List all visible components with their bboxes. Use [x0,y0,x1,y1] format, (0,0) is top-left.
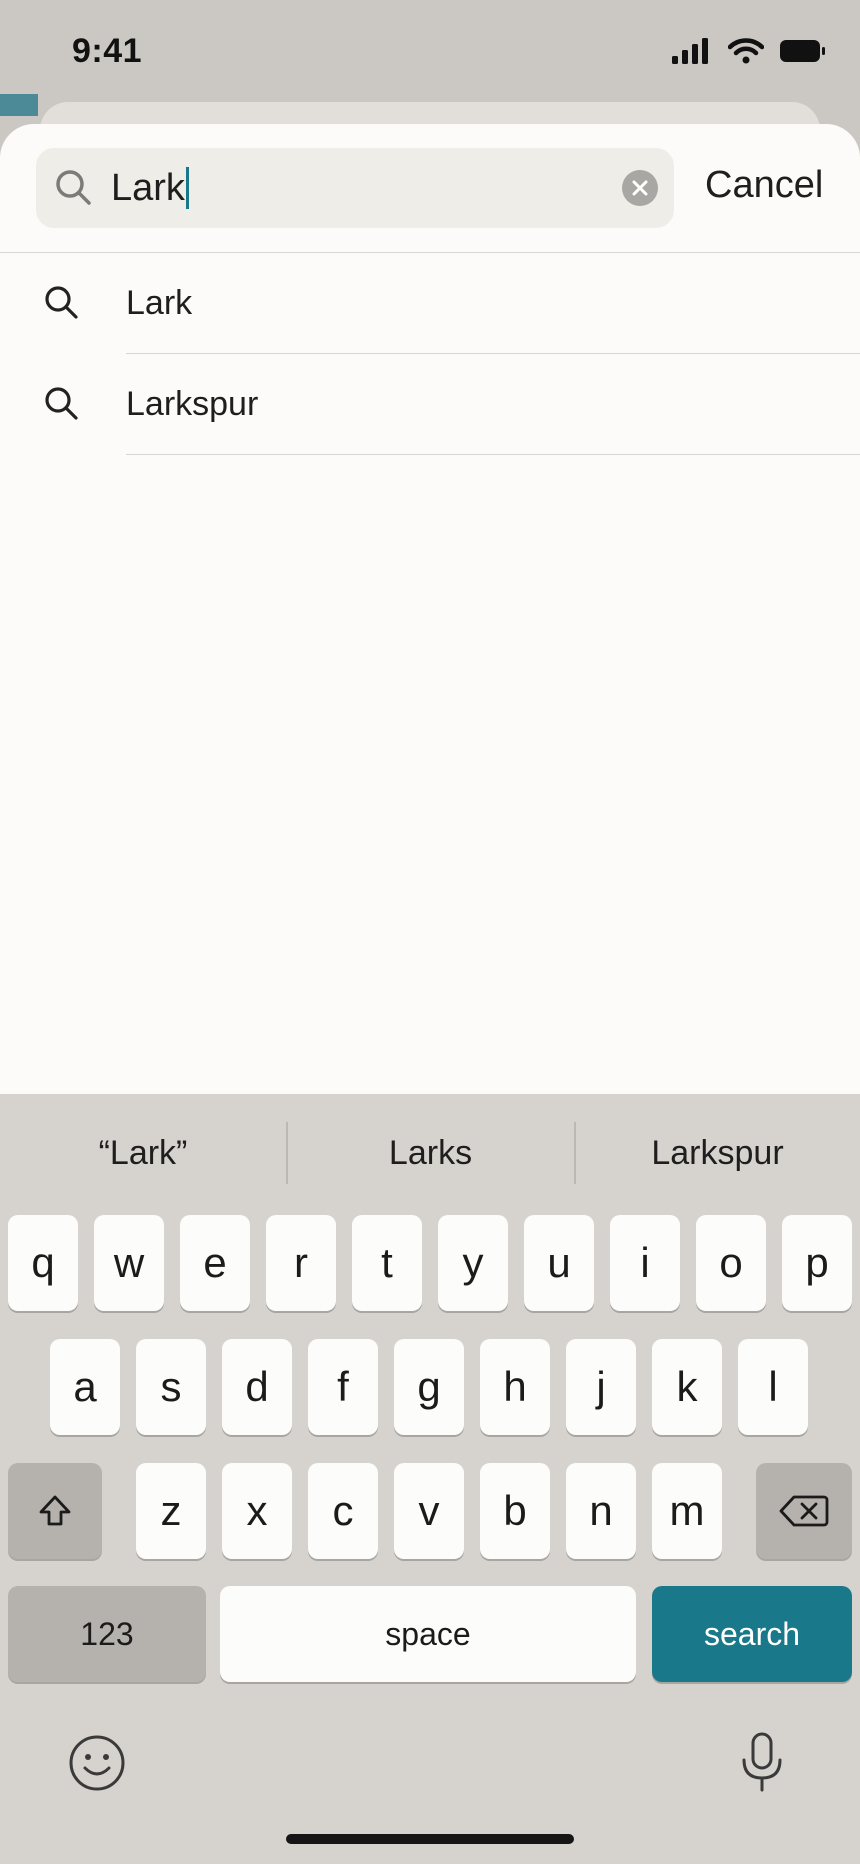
key-k[interactable]: k [652,1339,722,1435]
home-indicator [286,1834,574,1844]
key-w[interactable]: w [94,1215,164,1311]
key-p[interactable]: p [782,1215,852,1311]
keyboard-bottom-bar [0,1712,860,1812]
prediction-item[interactable]: “Lark” [0,1122,286,1184]
key-j[interactable]: j [566,1339,636,1435]
emoji-icon[interactable] [68,1734,126,1792]
backspace-icon [779,1495,829,1527]
cancel-button[interactable]: Cancel [705,164,823,207]
wifi-icon [728,38,764,64]
key-t[interactable]: t [352,1215,422,1311]
numbers-key[interactable]: 123 [8,1586,206,1682]
key-i[interactable]: i [610,1215,680,1311]
key-g[interactable]: g [394,1339,464,1435]
divider [126,453,860,455]
search-icon [45,387,78,420]
key-o[interactable]: o [696,1215,766,1311]
search-input[interactable]: Lark [111,166,189,210]
search-input-text: Lark [111,167,185,209]
status-time: 9:41 [72,32,143,70]
key-s[interactable]: s [136,1339,206,1435]
prediction-item[interactable]: Larkspur [575,1122,860,1184]
search-field[interactable]: Lark [36,148,674,228]
cellular-signal-icon [672,38,708,64]
delete-key[interactable] [756,1463,852,1559]
key-b[interactable]: b [480,1463,550,1559]
keyboard: “Lark” Larks Larkspur q w e r t y u i o … [0,1094,860,1864]
prediction-item[interactable]: Larks [287,1122,574,1184]
key-d[interactable]: d [222,1339,292,1435]
key-m[interactable]: m [652,1463,722,1559]
key-c[interactable]: c [308,1463,378,1559]
predictive-bar: “Lark” Larks Larkspur [0,1094,860,1212]
key-n[interactable]: n [566,1463,636,1559]
clear-icon [632,180,648,196]
key-y[interactable]: y [438,1215,508,1311]
key-r[interactable]: r [266,1215,336,1311]
key-z[interactable]: z [136,1463,206,1559]
suggestion-label: Lark [126,284,193,322]
battery-icon [780,40,825,62]
key-u[interactable]: u [524,1215,594,1311]
search-header: Lark Cancel [0,124,860,253]
status-icons [672,38,826,64]
suggestion-item[interactable]: Lark [0,253,860,354]
microphone-icon[interactable] [740,1732,784,1794]
search-icon [56,170,91,205]
shift-icon [39,1495,71,1526]
key-x[interactable]: x [222,1463,292,1559]
key-a[interactable]: a [50,1339,120,1435]
shift-key[interactable] [8,1463,102,1559]
key-l[interactable]: l [738,1339,808,1435]
search-sheet: Lark Cancel Lark Larkspur [0,124,860,1094]
search-icon [45,286,78,319]
background-accent [0,94,38,116]
suggestion-label: Larkspur [126,385,259,423]
text-caret [185,167,189,209]
key-q[interactable]: q [8,1215,78,1311]
suggestion-item[interactable]: Larkspur [0,354,860,455]
clear-button[interactable] [622,170,658,206]
key-f[interactable]: f [308,1339,378,1435]
status-bar: 9:41 [0,0,860,100]
search-key[interactable]: search [652,1586,852,1682]
key-h[interactable]: h [480,1339,550,1435]
space-key[interactable]: space [220,1586,636,1682]
key-e[interactable]: e [180,1215,250,1311]
key-v[interactable]: v [394,1463,464,1559]
